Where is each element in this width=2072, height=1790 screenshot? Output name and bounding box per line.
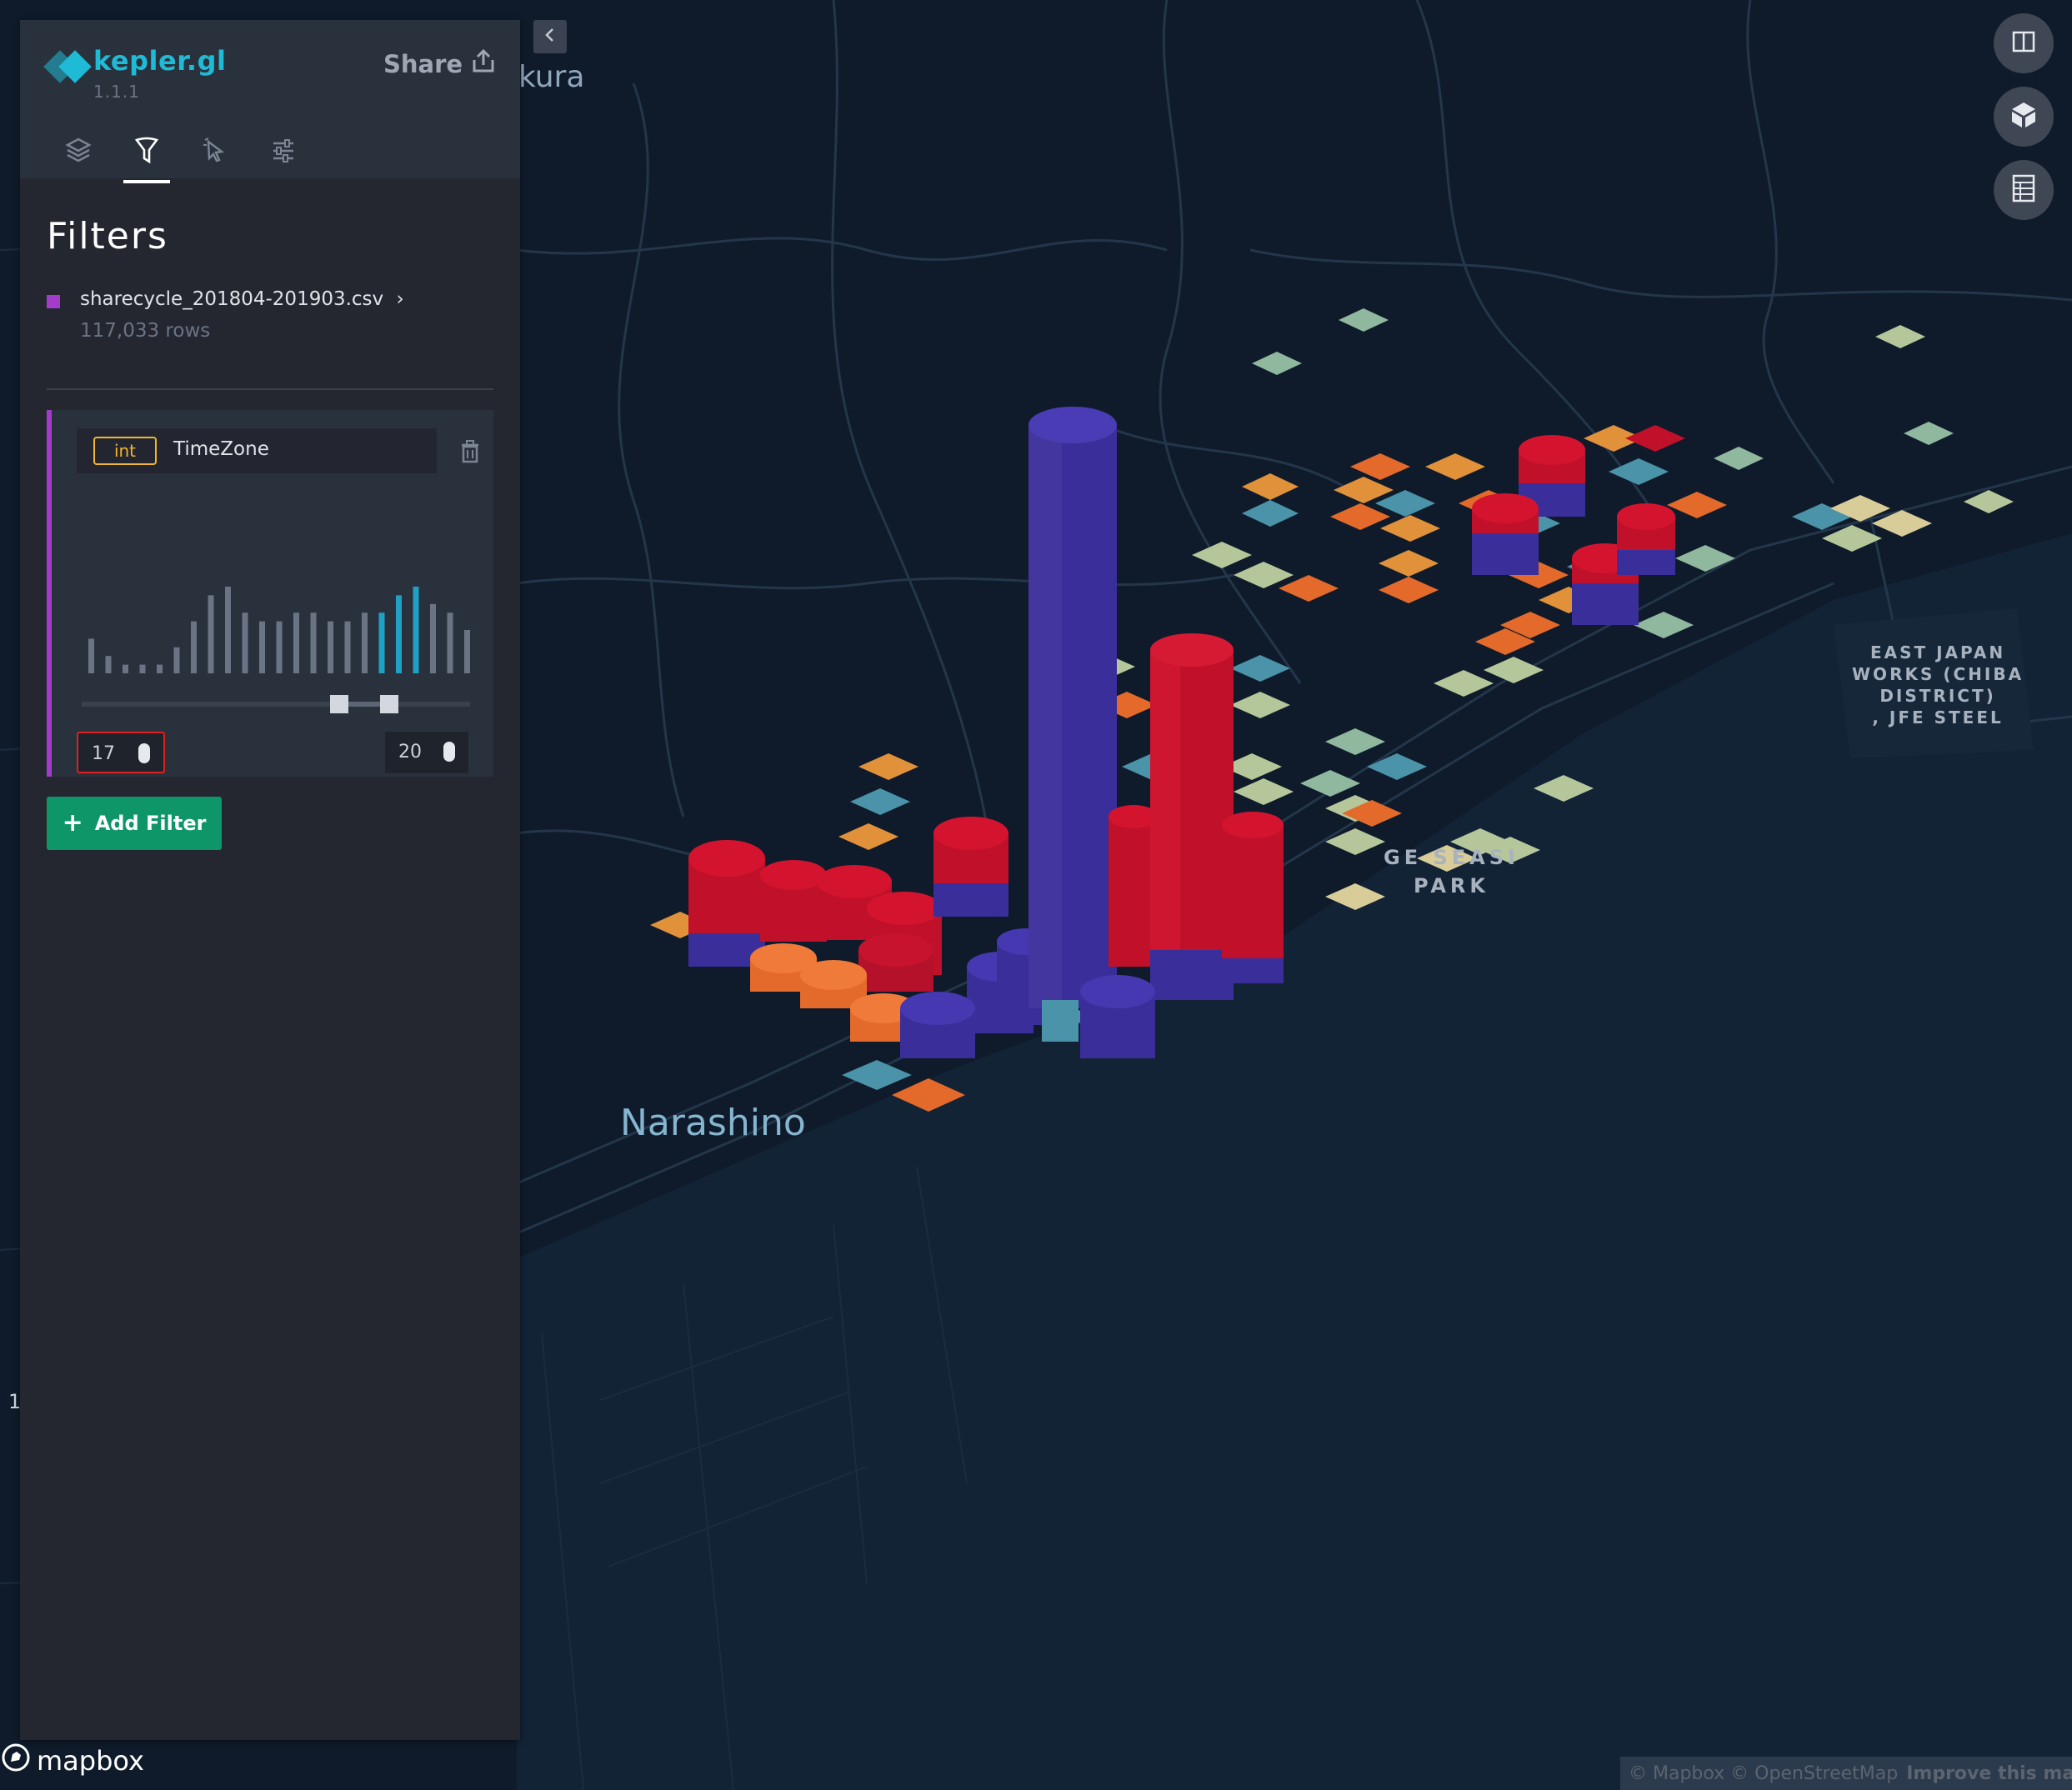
tab-layers[interactable] bbox=[53, 137, 103, 178]
map-label-seaside-park: GE SEASI PARK bbox=[1384, 846, 1519, 898]
tab-map-style[interactable] bbox=[258, 137, 308, 178]
share-icon bbox=[469, 48, 498, 79]
collapse-sidebar-button[interactable] bbox=[533, 20, 567, 53]
histogram-bar bbox=[157, 664, 163, 673]
histogram-bar bbox=[430, 603, 436, 673]
histogram-bar bbox=[328, 621, 333, 673]
add-filter-button[interactable]: + Add Filter bbox=[47, 797, 222, 850]
app-version: 1.1.1 bbox=[93, 82, 140, 102]
histogram-bar bbox=[293, 612, 299, 673]
mapbox-wordmark: mapbox bbox=[37, 1745, 144, 1777]
data-table-button[interactable] bbox=[1994, 160, 2054, 220]
histogram-bar bbox=[344, 621, 351, 673]
stepper-icon[interactable] bbox=[138, 743, 150, 763]
histogram-bar bbox=[123, 664, 128, 673]
histogram-bar bbox=[139, 664, 146, 673]
cursor-icon bbox=[202, 137, 228, 178]
histogram-bar bbox=[464, 630, 470, 673]
dataset-color-swatch bbox=[47, 295, 60, 308]
range-slider-min-handle[interactable] bbox=[330, 695, 348, 713]
dataset-row-count: 117,033 rows bbox=[80, 320, 211, 342]
improve-map-link[interactable]: Improve this map bbox=[1906, 1763, 2072, 1784]
histogram-chart bbox=[88, 587, 470, 673]
map-label-kura: kura bbox=[518, 60, 585, 94]
share-label: Share bbox=[383, 49, 463, 78]
filter-icon bbox=[133, 137, 160, 178]
mapbox-icon bbox=[2, 1743, 30, 1778]
map-edge-number: 1 bbox=[8, 1390, 22, 1413]
histogram-bar bbox=[191, 621, 197, 673]
histogram-bar bbox=[88, 638, 94, 673]
histogram-bar bbox=[276, 621, 283, 673]
range-min-input[interactable]: 17 bbox=[77, 732, 165, 773]
chevron-right-icon: › bbox=[396, 288, 404, 310]
range-slider-track[interactable] bbox=[82, 702, 470, 707]
app-name: kepler.gl bbox=[93, 45, 227, 77]
histogram-bar bbox=[378, 612, 385, 673]
delete-filter-button[interactable] bbox=[460, 440, 480, 467]
field-selector[interactable]: int TimeZone bbox=[77, 428, 437, 473]
histogram-bar bbox=[173, 647, 180, 673]
histogram-bar bbox=[413, 587, 419, 673]
add-filter-label: Add Filter bbox=[94, 812, 207, 835]
map-label-narashino: Narashino bbox=[620, 1102, 806, 1144]
histogram-bar bbox=[447, 612, 453, 673]
field-type-badge: int bbox=[93, 437, 157, 465]
panel-title: Filters bbox=[47, 215, 168, 258]
field-name: TimeZone bbox=[173, 438, 269, 460]
range-slider-max-handle[interactable] bbox=[380, 695, 398, 713]
split-map-icon bbox=[2011, 29, 2036, 58]
histogram-bar bbox=[105, 656, 112, 673]
panel-header: kepler.gl 1.1.1 Share bbox=[20, 20, 520, 183]
filter-card: int TimeZone 17 20 bbox=[47, 410, 493, 777]
histogram-bar bbox=[396, 595, 402, 673]
data-table-icon bbox=[2012, 174, 2035, 206]
sliders-icon bbox=[270, 137, 297, 178]
histogram-bar bbox=[242, 612, 248, 673]
3d-map-button[interactable] bbox=[1994, 87, 2054, 147]
map-label-jfe-steel: EAST JAPAN WORKS (CHIBA DISTRICT) , JFE … bbox=[1852, 642, 2024, 728]
chevron-left-icon bbox=[543, 27, 557, 47]
side-panel: kepler.gl 1.1.1 Share Filters sharecycle… bbox=[20, 20, 520, 1740]
mapbox-logo[interactable]: mapbox bbox=[2, 1743, 144, 1778]
trash-icon bbox=[460, 440, 480, 467]
histogram-bar bbox=[362, 612, 368, 673]
map-attribution: © Mapbox © OpenStreetMap Improve this ma… bbox=[1620, 1757, 2072, 1790]
plus-icon: + bbox=[62, 808, 83, 838]
histogram-bar bbox=[225, 587, 231, 673]
range-max-input[interactable]: 20 bbox=[385, 732, 468, 773]
tab-interactions[interactable] bbox=[190, 137, 240, 178]
attribution-text[interactable]: © Mapbox © OpenStreetMap bbox=[1629, 1763, 1898, 1784]
tab-filters[interactable] bbox=[122, 137, 172, 183]
divider bbox=[47, 388, 493, 390]
stepper-icon[interactable] bbox=[443, 742, 455, 762]
dataset-name[interactable]: sharecycle_201804-201903.csv › bbox=[80, 288, 404, 310]
layers-icon bbox=[65, 137, 92, 178]
histogram-bar bbox=[310, 612, 317, 673]
histogram-bar bbox=[259, 621, 265, 673]
share-button[interactable]: Share bbox=[383, 48, 498, 79]
3d-map-icon bbox=[2009, 100, 2039, 133]
split-map-button[interactable] bbox=[1994, 13, 2054, 73]
histogram-bar bbox=[208, 595, 214, 673]
